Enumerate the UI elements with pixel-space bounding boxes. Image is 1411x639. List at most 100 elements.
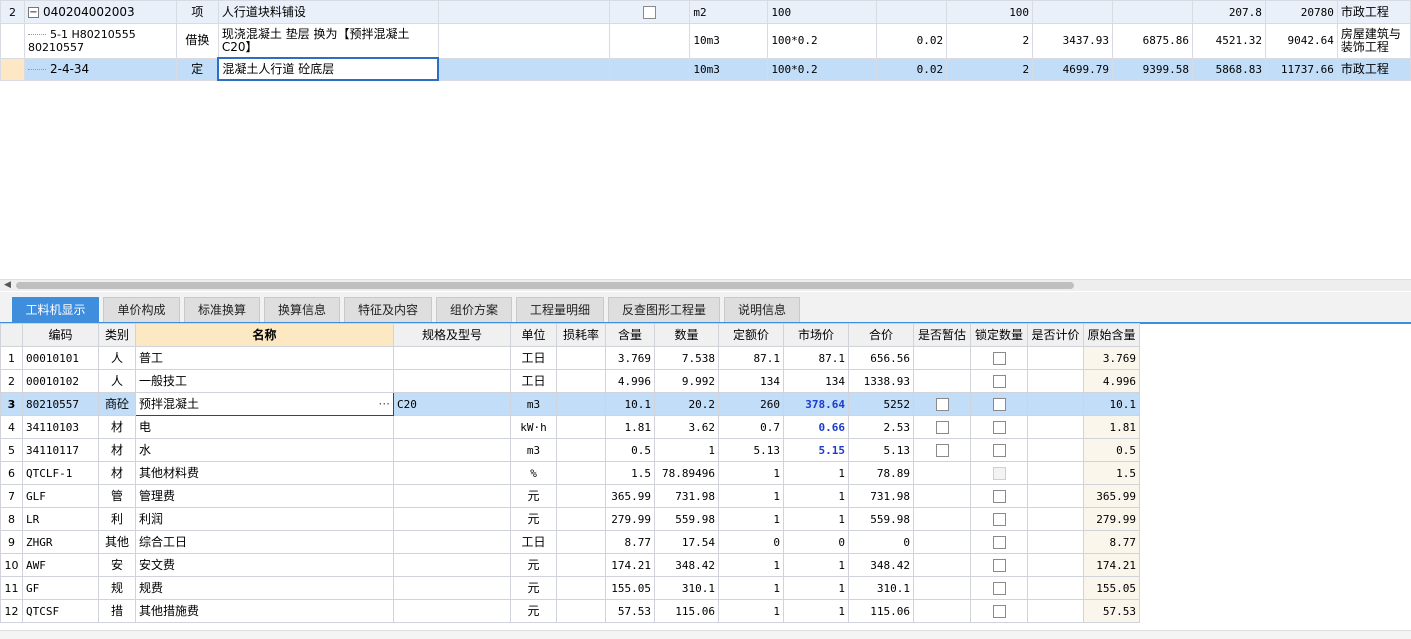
cell-quota-price[interactable]: 0.7 [718,415,784,439]
item-quantity-expression[interactable]: 100*0.2 [767,57,878,81]
cell-quota-price[interactable]: 1 [718,576,784,600]
resource-row[interactable]: 5 34110117 材水 m3 0.5 1 5.13 5.15 5.13 0.5 [0,438,1140,462]
row-number[interactable]: 2 [0,0,25,24]
header-quantity[interactable]: 数量 [654,323,719,347]
cell-is-estimate[interactable] [913,599,971,623]
cell-quota-price[interactable]: 134 [718,369,784,393]
cell-spec[interactable] [393,553,511,577]
cell-is-priced[interactable] [1027,415,1084,439]
cell-unit[interactable]: 元 [510,553,557,577]
cell-content[interactable]: 1.81 [605,415,655,439]
cell-total-price[interactable]: 348.42 [848,553,914,577]
cell-is-priced[interactable] [1027,576,1084,600]
cell-loss-rate[interactable] [556,369,606,393]
cell-unit[interactable]: kW·h [510,415,557,439]
checkbox[interactable] [992,351,1006,365]
resource-row[interactable]: 12 QTCSF 措其他措施费元 57.53 115.06 1 1 115.06 57.53 [0,599,1140,623]
cell-spec[interactable] [393,576,511,600]
cell-market-price[interactable]: 378.64 [783,392,849,416]
item-unit-price[interactable]: 4699.79 [1032,57,1114,81]
cell-quota-price[interactable]: 1 [718,461,784,485]
cell-code[interactable]: QTCLF-1 [22,461,99,485]
cell-name[interactable]: 一般技工 [135,369,394,393]
cell-unit[interactable]: 元 [510,507,557,531]
cell-category[interactable]: 商砼 [98,392,136,416]
item-quantity[interactable]: 2 [946,57,1034,81]
header-original-content[interactable]: 原始含量 [1083,323,1140,347]
header-unit[interactable]: 单位 [510,323,557,347]
cell-spec[interactable] [393,507,511,531]
cell-name[interactable]: 其他材料费 [135,461,394,485]
cell-lock-quantity[interactable] [970,484,1028,508]
cell-unit[interactable]: 工日 [510,530,557,554]
cell-is-priced[interactable] [1027,599,1084,623]
item-composite-unit-price[interactable]: 5868.83 [1191,57,1266,81]
cell-quantity[interactable]: 78.89496 [654,461,719,485]
item-total-price[interactable]: 9399.58 [1112,57,1193,81]
cell-original-content[interactable]: 4.996 [1083,369,1140,393]
arrow-left-icon[interactable]: ◀ [4,280,11,291]
cell-total-price[interactable]: 559.98 [848,507,914,531]
cell-unit[interactable]: 元 [510,599,557,623]
checkbox[interactable] [643,5,657,19]
minus-box-icon[interactable]: − [27,6,39,18]
cell-market-price[interactable]: 1 [783,484,849,508]
item-total-price[interactable]: 6875.86 [1112,23,1193,59]
checkbox[interactable] [992,420,1006,434]
checkbox[interactable] [935,420,949,434]
cell-unit[interactable]: m3 [510,392,557,416]
cell-lock-quantity[interactable] [970,599,1028,623]
item-quantity[interactable]: 2 [946,23,1034,59]
cell-loss-rate[interactable] [556,599,606,623]
cell-original-content[interactable]: 174.21 [1083,553,1140,577]
cell-content[interactable]: 4.996 [605,369,655,393]
checkbox[interactable] [992,535,1006,549]
budget-row[interactable]: 2−040204002003 项人行道块料铺设 m2 100 100 207.8 20780… [0,0,1411,24]
cell-quantity[interactable]: 731.98 [654,484,719,508]
cell-unit[interactable]: % [510,461,557,485]
item-code[interactable]: −040204002003 [23,0,177,24]
cell-content[interactable]: 0.5 [605,438,655,462]
item-feature[interactable] [437,0,611,24]
cell-quota-price[interactable]: 1 [718,484,784,508]
cell-spec[interactable] [393,530,511,554]
cell-name[interactable]: 安文费 [135,553,394,577]
cell-loss-rate[interactable] [556,461,606,485]
header-quota-price[interactable]: 定额价 [718,323,784,347]
tab-unit-price-composition[interactable]: 单价构成 [103,297,180,322]
cell-spec[interactable] [393,369,511,393]
item-type[interactable]: 项 [175,0,219,24]
item-unit-price[interactable]: 3437.93 [1032,23,1114,59]
cell-is-estimate[interactable] [913,392,971,416]
item-composite-unit-price[interactable]: 207.8 [1191,0,1266,24]
cell-total-price[interactable]: 656.56 [848,346,914,370]
cell-quantity[interactable]: 348.42 [654,553,719,577]
cell-name[interactable]: 利润 [135,507,394,531]
cell-original-content[interactable]: 365.99 [1083,484,1140,508]
cell-code[interactable]: LR [22,507,99,531]
resource-row[interactable]: 3 80210557 商砼 预拌混凝土 ··· C20 m3 10.1 20.2 260 378.6… [0,392,1140,416]
item-unit[interactable]: 10m3 [689,57,769,81]
cell-quota-price[interactable]: 1 [718,553,784,577]
cell-code[interactable]: GF [22,576,99,600]
checkbox[interactable] [992,604,1006,618]
cell-code[interactable]: 00010102 [22,369,99,393]
cell-lock-quantity[interactable] [970,438,1028,462]
item-unit-price[interactable] [1032,0,1114,24]
item-composite-total[interactable]: 20780 [1264,0,1338,24]
item-content[interactable]: 0.02 [876,57,948,81]
row-number[interactable] [0,23,25,59]
cell-spec[interactable]: C20 [393,392,511,416]
cell-quota-price[interactable]: 1 [718,507,784,531]
header-is-priced[interactable]: 是否计价 [1027,323,1084,347]
cell-total-price[interactable]: 5252 [848,392,914,416]
cell-category[interactable]: 安 [98,553,136,577]
cell-category[interactable]: 人 [98,369,136,393]
cell-original-content[interactable]: 279.99 [1083,507,1140,531]
cell-is-estimate[interactable] [913,346,971,370]
cell-name[interactable]: 综合工日 [135,530,394,554]
cell-market-price[interactable]: 0 [783,530,849,554]
checkbox[interactable] [992,443,1006,457]
horizontal-scrollbar[interactable]: ◀ [0,279,1411,291]
cell-quantity[interactable]: 3.62 [654,415,719,439]
